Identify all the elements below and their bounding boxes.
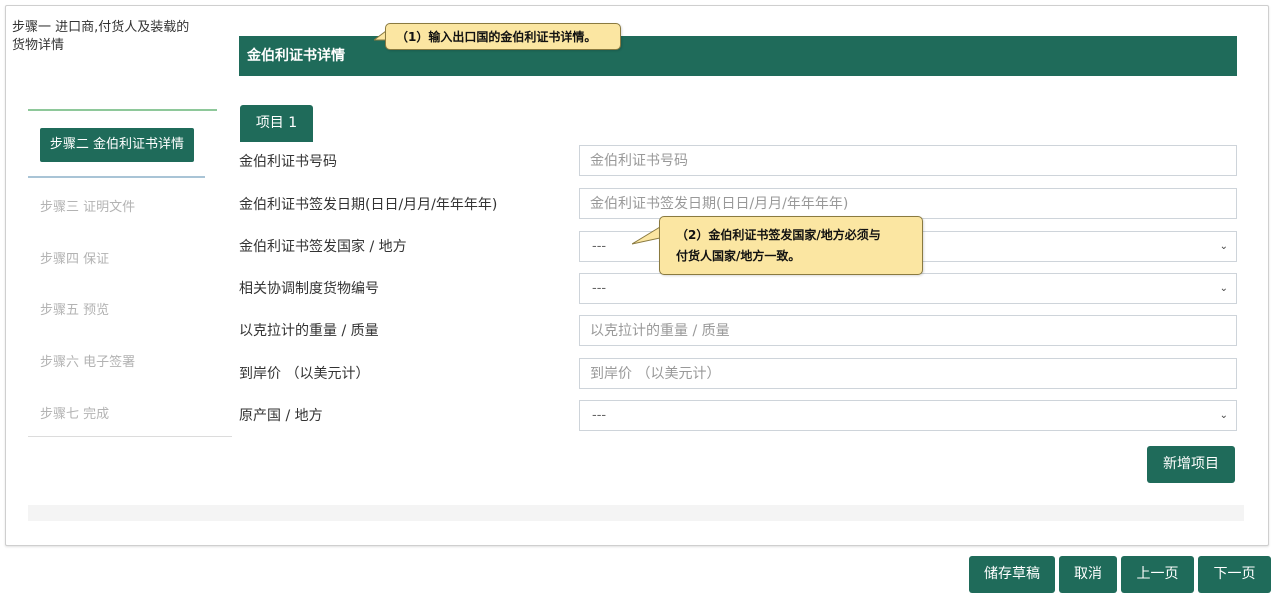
chevron-down-icon: ⌄ (1219, 241, 1228, 252)
prev-page-button[interactable]: 上一页 (1121, 556, 1194, 593)
weight-label: 以克拉计的重量 / 质量 (239, 323, 379, 339)
callout-tip-1: （1）输入出口国的金伯利证书详情。 (385, 23, 621, 50)
tab-item-1[interactable]: 项目 1 (240, 105, 313, 142)
chevron-down-icon: ⌄ (1219, 410, 1228, 421)
cif-input[interactable] (579, 358, 1237, 389)
sidebar-step-4: 步骤四 保证 (40, 252, 110, 267)
hs-code-select[interactable]: --- ⌄ (579, 273, 1237, 304)
cert-no-label: 金伯利证书号码 (239, 154, 337, 170)
callout-tip-2-line1: （2）金伯利证书签发国家/地方必须与 (676, 228, 881, 242)
callout-tip-2: （2）金伯利证书签发国家/地方必须与 付货人国家/地方一致。 (659, 216, 923, 275)
hs-code-label: 相关协调制度货物编号 (239, 281, 379, 297)
sidebar-step-1[interactable]: 步骤一 进口商,付货人及装载的货物详情 (12, 19, 192, 55)
sidebar-step-3: 步骤三 证明文件 (40, 200, 136, 215)
hs-code-selected: --- (592, 281, 607, 296)
issue-date-input[interactable] (579, 188, 1237, 219)
sidebar-step-6: 步骤六 电子签署 (40, 355, 136, 370)
sidebar-step-5: 步骤五 预览 (40, 303, 110, 318)
save-draft-button[interactable]: 储存草稿 (969, 556, 1055, 593)
chevron-down-icon: ⌄ (1219, 283, 1228, 294)
weight-input[interactable] (579, 315, 1237, 346)
origin-selected: --- (592, 408, 607, 423)
callout-pointer-icon (632, 226, 661, 245)
sidebar-step-2-active[interactable]: 步骤二 金伯利证书详情 (40, 128, 194, 162)
next-page-button[interactable]: 下一页 (1198, 556, 1271, 593)
card-footer-strip (28, 505, 1244, 521)
cif-label: 到岸价 （以美元计） (239, 366, 370, 382)
callout-tip-2-line2: 付货人国家/地方一致。 (676, 249, 801, 263)
origin-select[interactable]: --- ⌄ (579, 400, 1237, 431)
cert-no-input[interactable] (579, 145, 1237, 176)
sidebar-bottom-divider (28, 436, 232, 437)
add-item-button[interactable]: 新增项目 (1147, 446, 1235, 483)
issue-country-selected: --- (592, 239, 607, 254)
cancel-button[interactable]: 取消 (1059, 556, 1117, 593)
step2-divider (28, 176, 205, 178)
origin-label: 原产国 / 地方 (239, 408, 323, 424)
step1-divider (28, 109, 217, 111)
issue-country-label: 金伯利证书签发国家 / 地方 (239, 239, 407, 255)
sidebar-step-7: 步骤七 完成 (40, 407, 110, 422)
issue-date-label: 金伯利证书签发日期(日日/月月/年年年年) (239, 197, 498, 213)
